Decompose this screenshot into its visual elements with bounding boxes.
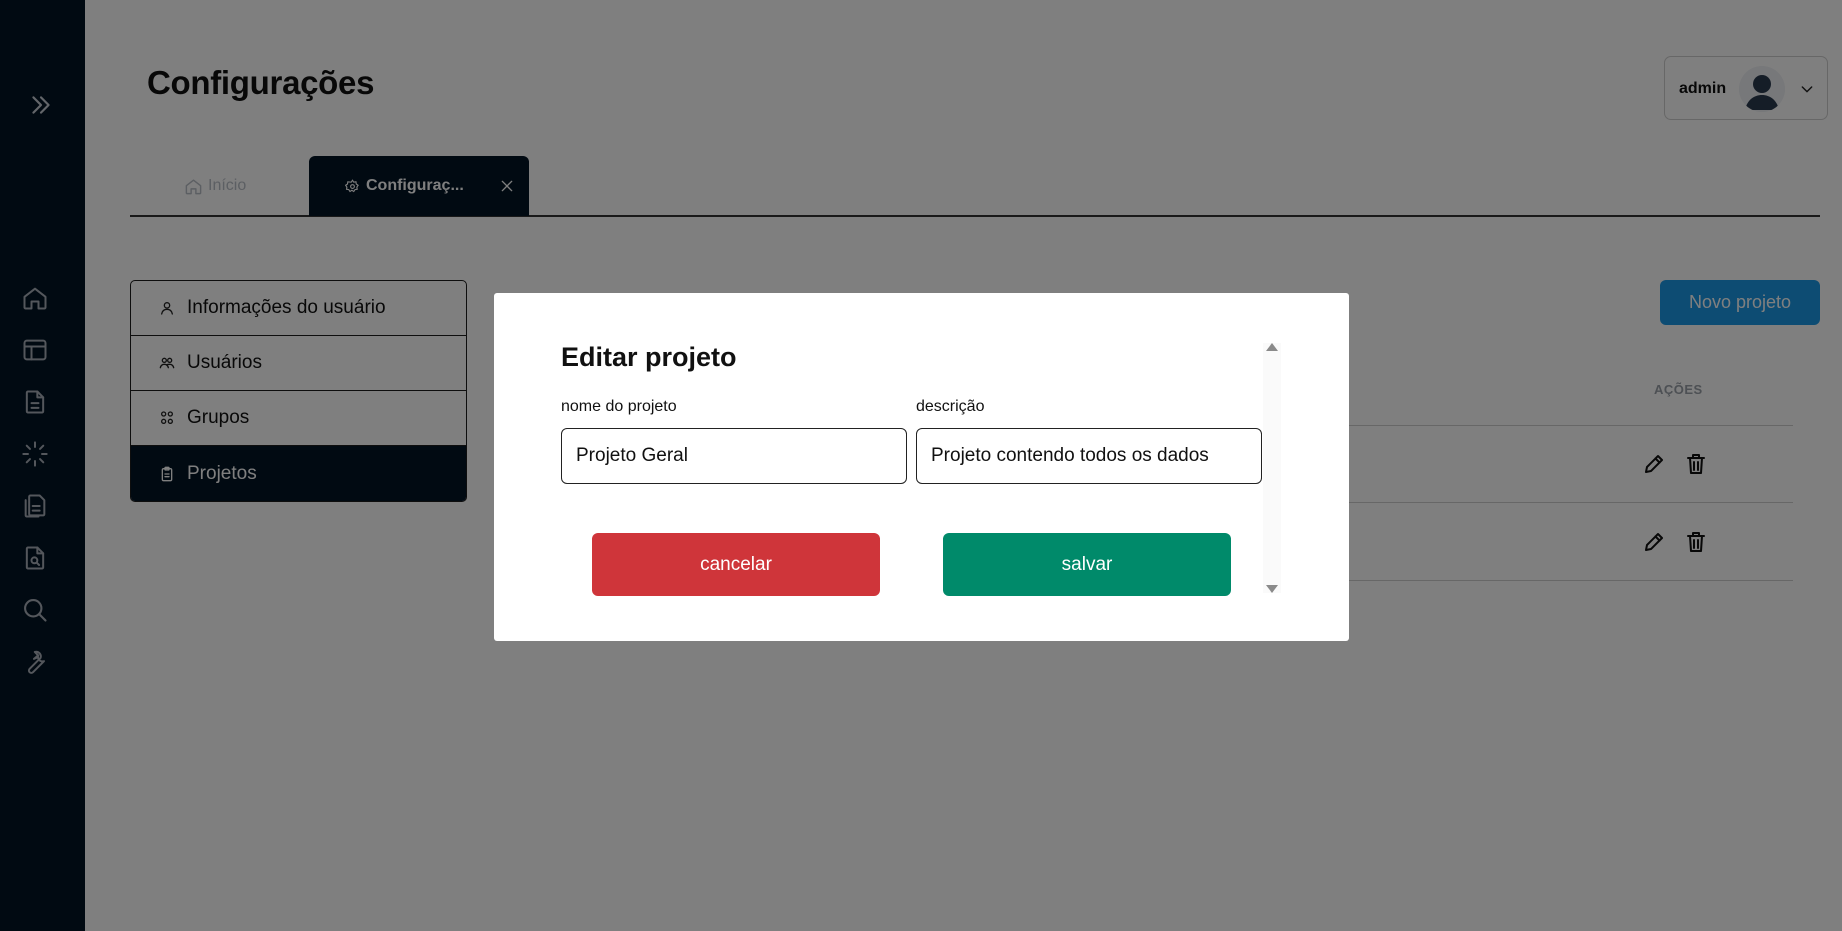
scroll-down-arrow-icon[interactable]: [1266, 585, 1278, 593]
project-name-label: nome do projeto: [561, 398, 677, 415]
cancel-button[interactable]: cancelar: [592, 533, 880, 596]
save-button[interactable]: salvar: [943, 533, 1231, 596]
project-name-input[interactable]: [561, 428, 907, 484]
description-input[interactable]: [916, 428, 1262, 484]
modal-scrollbar[interactable]: [1263, 343, 1281, 593]
app-root: Configurações admin Início Configuraç...…: [0, 0, 1842, 931]
modal-title: Editar projeto: [561, 342, 737, 372]
scroll-up-arrow-icon[interactable]: [1266, 343, 1278, 351]
description-label: descrição: [916, 398, 985, 415]
edit-project-modal: Editar projeto nome do projeto descrição…: [494, 293, 1349, 641]
